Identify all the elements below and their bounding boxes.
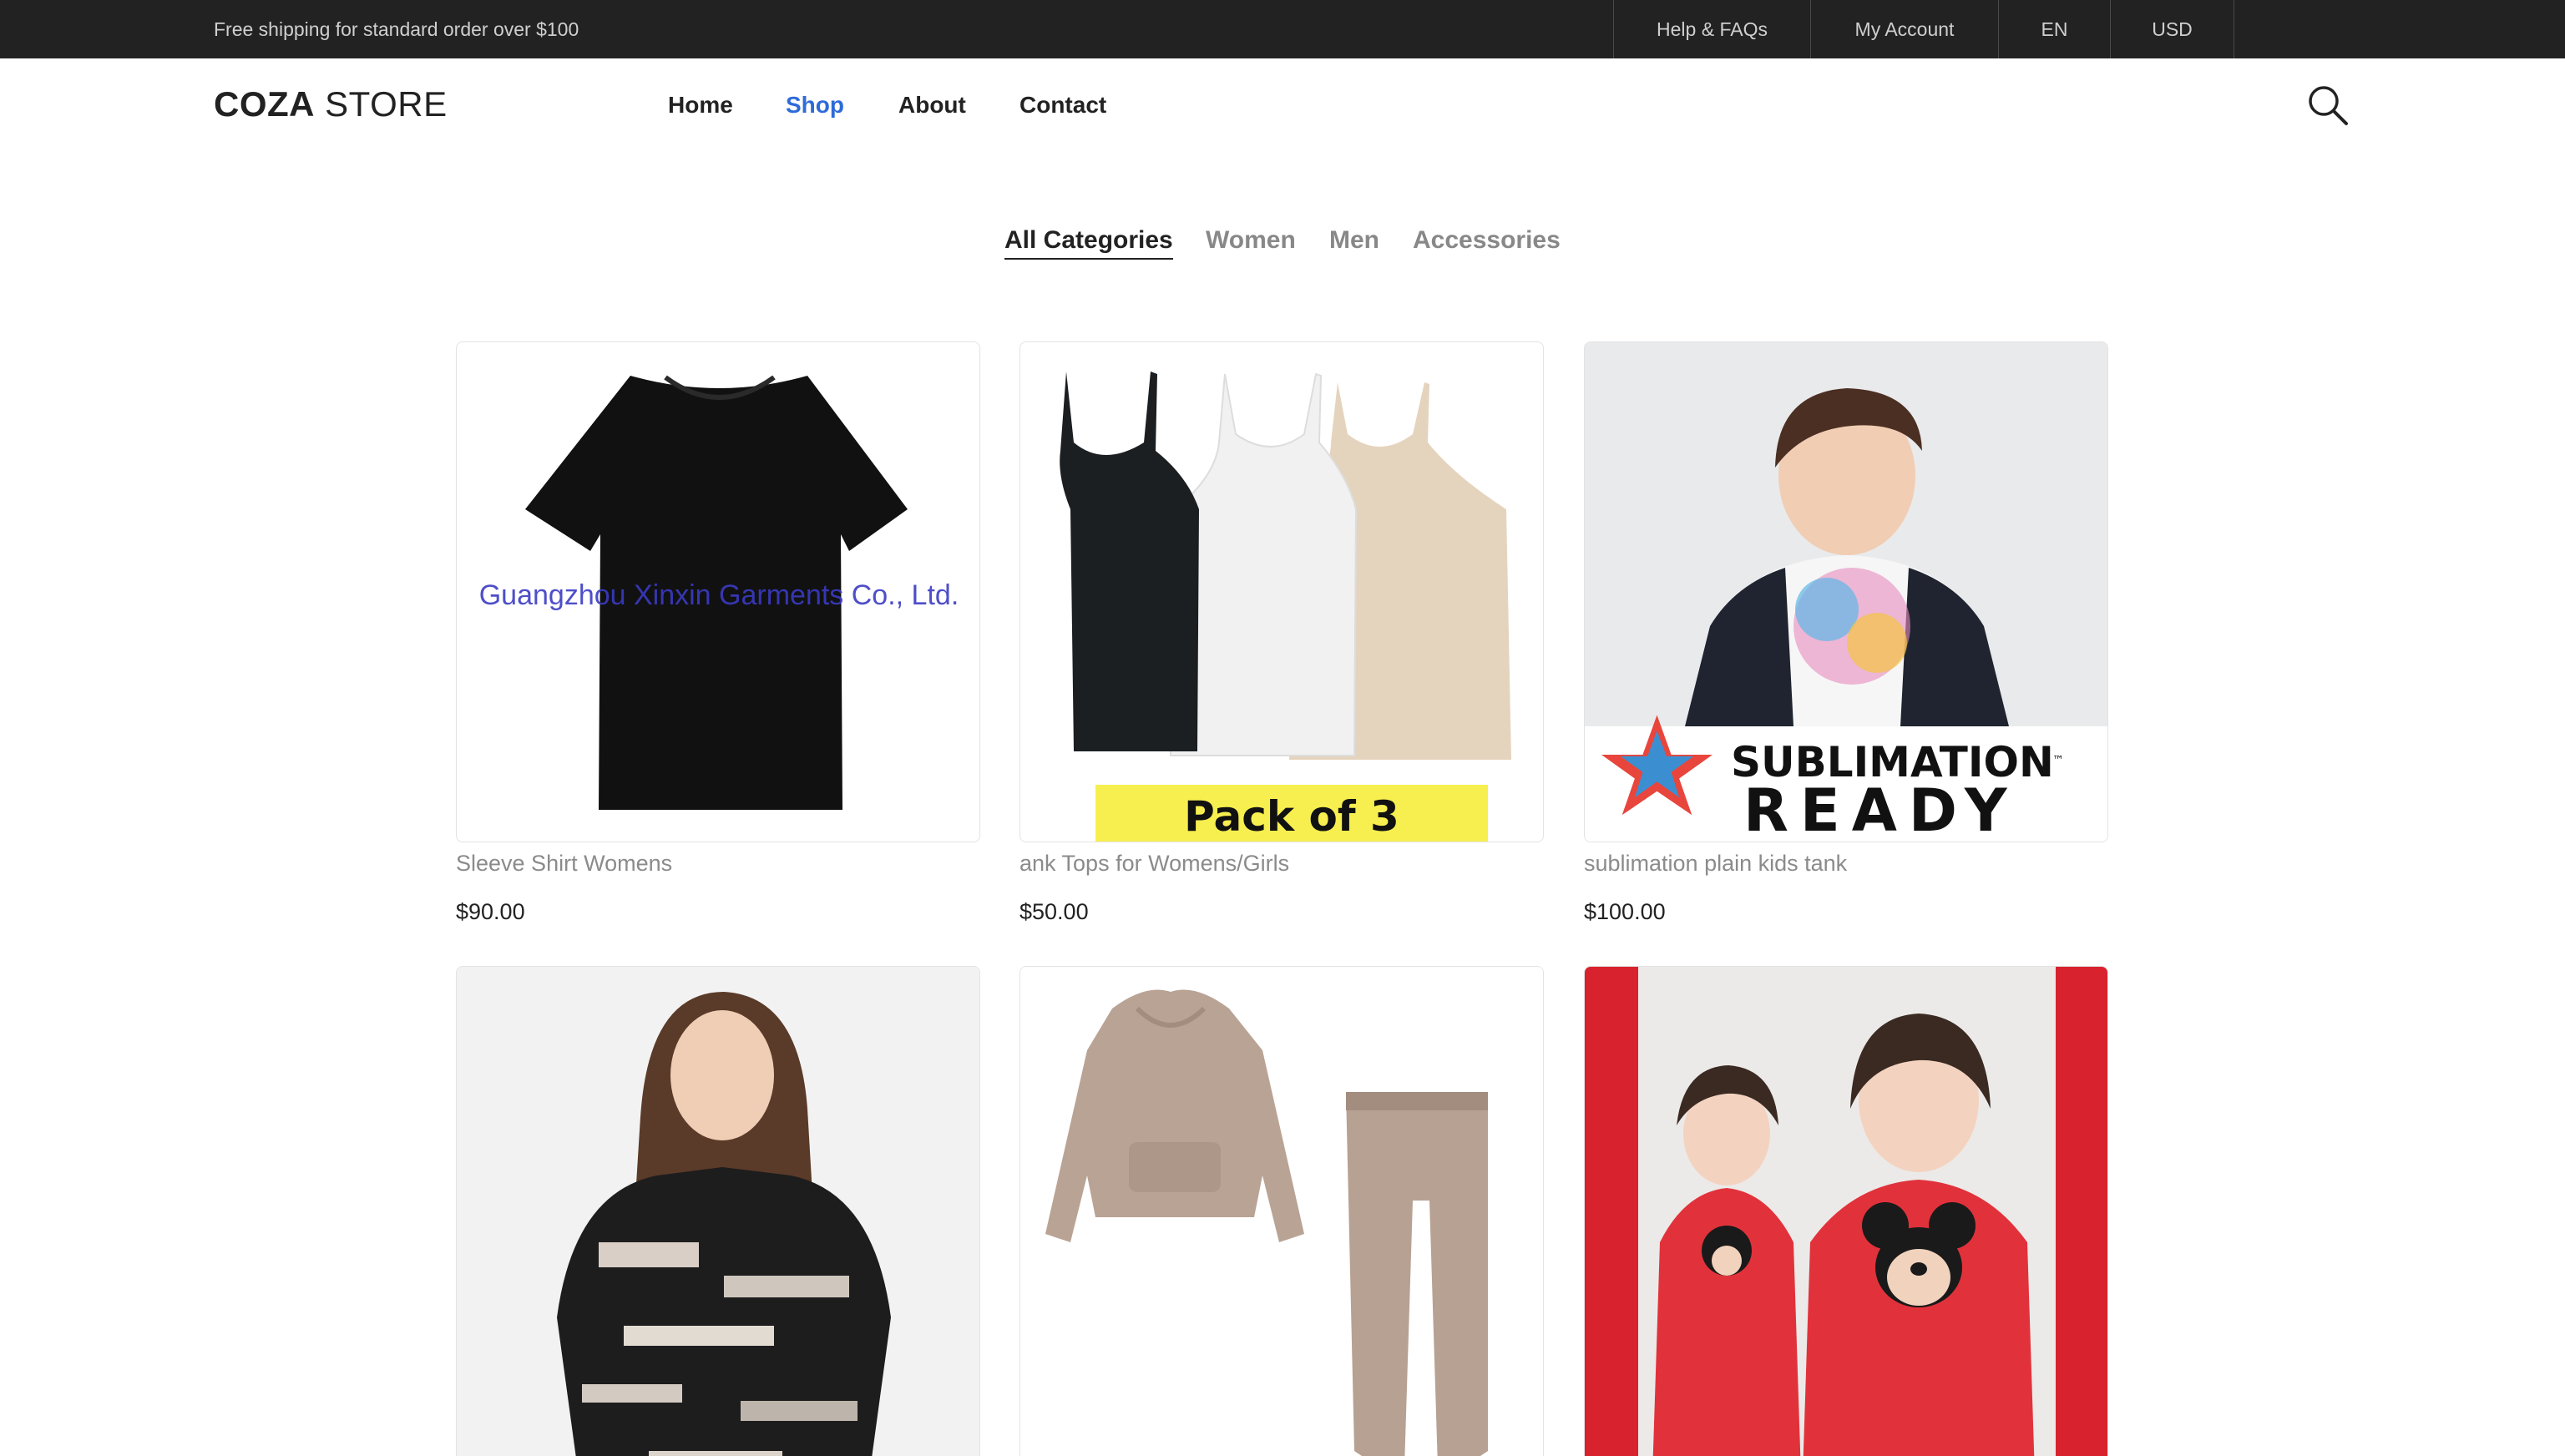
top-bar-links: Help & FAQs My Account EN USD bbox=[1613, 0, 2234, 58]
top-bar: Free shipping for standard order over $1… bbox=[0, 0, 2565, 58]
product-watermark: Guangzhou Xinxin Garments Co., Ltd. bbox=[479, 579, 959, 611]
product-card[interactable]: SUBLIMATION READY ™ sublimation plain ki… bbox=[1584, 341, 2108, 924]
black-tshirt-image: Guangzhou Xinxin Garments Co., Ltd. bbox=[479, 375, 959, 810]
nav-about[interactable]: About bbox=[898, 92, 966, 119]
product-price: $100.00 bbox=[1584, 899, 1666, 924]
pack-banner-text: Pack of 3 bbox=[1184, 792, 1399, 841]
filter-accessories[interactable]: Accessories bbox=[1413, 226, 1561, 255]
currency-selector[interactable]: USD bbox=[2111, 0, 2234, 58]
product-image-tank-tops[interactable]: Pack of 3 bbox=[1019, 341, 1544, 842]
logo-light-text: STORE bbox=[315, 84, 448, 124]
product-image-hoodie-set[interactable] bbox=[1019, 966, 1544, 1456]
sublimation-banner-bottom: READY bbox=[1743, 776, 2019, 842]
filter-all-categories[interactable]: All Categories bbox=[1004, 226, 1173, 260]
store-logo[interactable]: COZA STORE bbox=[214, 84, 448, 124]
knit-sweater-image bbox=[457, 967, 979, 1456]
shipping-promo: Free shipping for standard order over $1… bbox=[214, 18, 579, 40]
product-name[interactable]: ank Tops for Womens/Girls bbox=[1019, 851, 1289, 877]
nav-home[interactable]: Home bbox=[668, 92, 733, 119]
product-name[interactable]: sublimation plain kids tank bbox=[1584, 851, 1847, 877]
product-card[interactable] bbox=[1019, 966, 1544, 1456]
product-image-black-tshirt[interactable]: Guangzhou Xinxin Garments Co., Ltd. bbox=[456, 341, 980, 842]
product-price: $50.00 bbox=[1019, 899, 1089, 924]
filter-women[interactable]: Women bbox=[1206, 226, 1296, 255]
product-image-mickey-pajamas[interactable] bbox=[1584, 966, 2108, 1456]
nav-shop[interactable]: Shop bbox=[786, 92, 844, 119]
product-name[interactable]: Sleeve Shirt Womens bbox=[456, 851, 672, 877]
search-icon bbox=[2309, 86, 2348, 125]
my-account-link[interactable]: My Account bbox=[1811, 0, 1999, 58]
product-image-kids-raglan[interactable]: SUBLIMATION READY ™ bbox=[1584, 341, 2108, 842]
product-card[interactable]: Guangzhou Xinxin Garments Co., Ltd. Slee… bbox=[456, 341, 980, 924]
product-price: $90.00 bbox=[456, 899, 525, 924]
kids-raglan-image: SUBLIMATION READY ™ bbox=[1585, 342, 2107, 842]
logo-bold-text: COZA bbox=[214, 84, 315, 124]
help-faqs-link[interactable]: Help & FAQs bbox=[1614, 0, 1811, 58]
filter-men[interactable]: Men bbox=[1329, 226, 1379, 255]
language-selector[interactable]: EN bbox=[1999, 0, 2111, 58]
tank-tops-image: Pack of 3 bbox=[1060, 372, 1511, 842]
nav-contact[interactable]: Contact bbox=[1019, 92, 1106, 119]
search-button[interactable] bbox=[2306, 83, 2350, 127]
mickey-pajamas-image bbox=[1585, 967, 2107, 1456]
product-card[interactable] bbox=[456, 966, 980, 1456]
trademark-mark: ™ bbox=[2052, 754, 2064, 767]
product-image-knit-sweater[interactable] bbox=[456, 966, 980, 1456]
product-card[interactable] bbox=[1584, 966, 2108, 1456]
product-card[interactable]: Pack of 3 ank Tops for Womens/Girls $50.… bbox=[1019, 341, 1544, 924]
hoodie-set-image bbox=[1020, 967, 1543, 1456]
